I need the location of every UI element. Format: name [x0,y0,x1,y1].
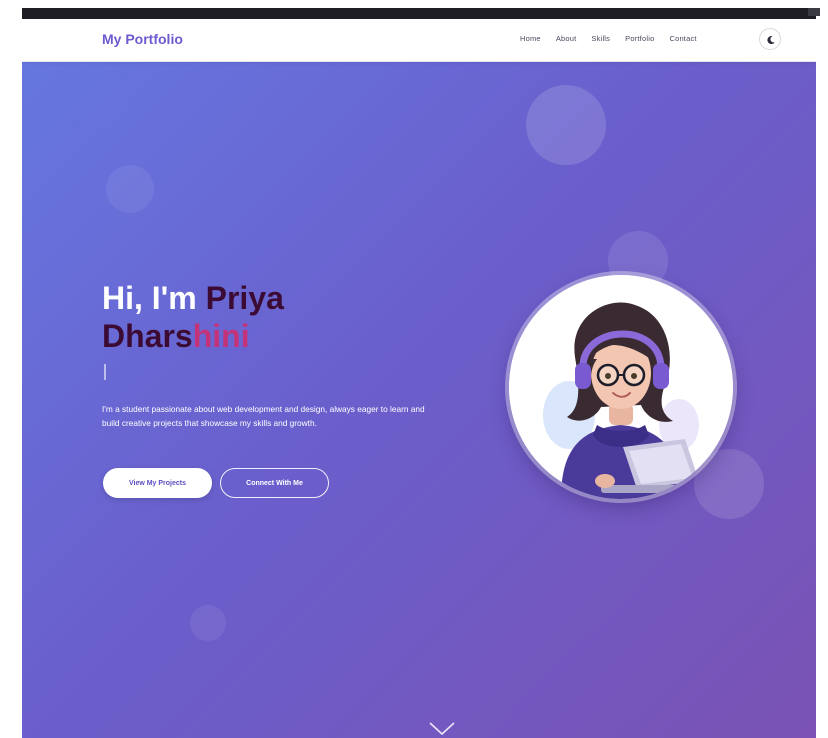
decor-bubble [526,85,606,165]
scroll-down-button[interactable] [428,721,456,738]
chevron-down-icon [429,722,455,736]
hero-greeting: Hi, I'm [102,280,206,316]
nav-link-portfolio[interactable]: Portfolio [625,34,654,43]
navbar: My Portfolio Home About Skills Portfolio… [22,19,816,62]
view-projects-button[interactable]: View My Projects [103,468,212,498]
nav-link-contact[interactable]: Contact [669,34,696,43]
nav-link-home[interactable]: Home [520,34,541,43]
brand-logo[interactable]: My Portfolio [102,31,183,47]
typing-cursor [104,364,106,380]
profile-avatar [509,275,733,499]
hero-name-last-typing: hini [192,318,250,354]
hero-description: I'm a student passionate about web devel… [102,404,425,428]
window-corner [808,8,820,16]
decor-bubble [106,165,154,213]
nav-link-skills[interactable]: Skills [591,34,610,43]
nav-link-about[interactable]: About [556,34,577,43]
moon-icon [767,36,775,45]
theme-toggle-button[interactable] [759,28,781,50]
avatar-illustration [509,275,733,499]
nav-links: Home About Skills Portfolio Contact [520,34,712,43]
hero-name-last: Dhars [102,318,193,354]
decor-bubble [190,605,226,641]
hero-name-first: Priya [205,280,284,316]
hero-section: Hi, I'm Priya Dharshini I'm a student pa… [22,61,816,738]
hero-headline: Hi, I'm Priya Dharshini [102,279,284,355]
connect-button[interactable]: Connect With Me [220,468,329,498]
portfolio-page: My Portfolio Home About Skills Portfolio… [22,19,816,738]
